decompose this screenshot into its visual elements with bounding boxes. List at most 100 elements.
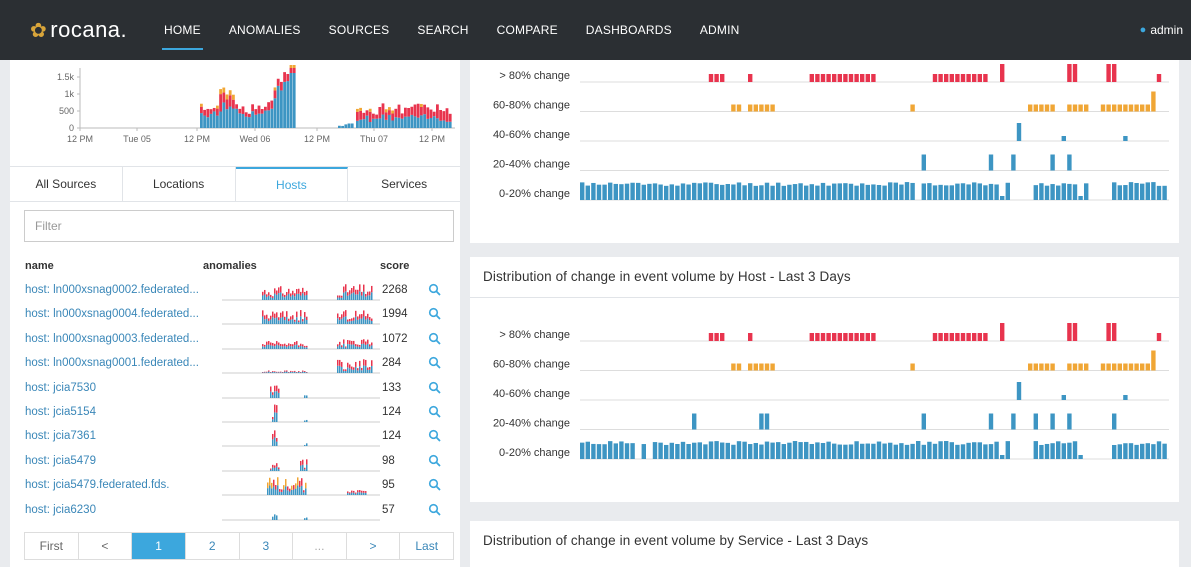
sparkline-bar: [279, 491, 281, 496]
sparkline-bar: [284, 370, 286, 372]
search-icon[interactable]: [428, 356, 442, 370]
distribution-bar: [988, 154, 994, 171]
tab-services[interactable]: Services: [348, 167, 460, 201]
distribution-bar: [580, 442, 585, 459]
sparkline-bar: [355, 493, 357, 496]
distribution-bar: [680, 183, 686, 200]
search-icon[interactable]: [428, 283, 442, 297]
host-link[interactable]: host: ln000xsnag0003.federated...: [25, 333, 210, 345]
pager-prev[interactable]: <: [79, 533, 133, 559]
sparkline-bar: [357, 368, 359, 371]
host-link[interactable]: host: jcia5479: [25, 455, 210, 467]
page-1[interactable]: 1: [132, 533, 186, 559]
distribution-bar: [787, 442, 792, 459]
sparkline-bar: [276, 466, 278, 471]
search-icon[interactable]: [428, 405, 442, 419]
distribution-bar: [619, 184, 624, 200]
timeline-bar: [254, 109, 258, 115]
sparkline-bar: [266, 296, 268, 300]
change-bucket-label: > 80% change: [499, 329, 570, 341]
sparkline-bar: [286, 311, 288, 318]
nav-compare[interactable]: COMPARE: [483, 0, 572, 60]
host-link[interactable]: host: jcia7361: [25, 430, 210, 442]
sparkline-bar: [361, 368, 363, 371]
host-link[interactable]: host: ln000xsnag0001.federated...: [25, 357, 210, 369]
sparkline-bar: [337, 313, 339, 319]
sparkline-bar: [276, 385, 278, 391]
distribution-bar: [753, 442, 758, 459]
sparkline-bar: [341, 295, 343, 298]
distribution-panel-service: Distribution of change in event volume b…: [470, 521, 1179, 567]
distribution-bar: [742, 185, 747, 200]
filter-input[interactable]: [24, 210, 454, 242]
host-link[interactable]: host: ln000xsnag0002.federated...: [25, 284, 210, 296]
timeline-bar: [368, 108, 372, 112]
pager-next[interactable]: >: [347, 533, 401, 559]
search-icon[interactable]: [428, 478, 442, 492]
sparkline-bar: [290, 346, 292, 349]
timeline-bar: [359, 110, 362, 120]
distribution-bar: [764, 182, 770, 200]
sparkline-bar: [276, 438, 278, 442]
tab-locations[interactable]: Locations: [123, 167, 236, 201]
sparkline-bar: [341, 297, 343, 300]
table-row: host: jcia6230 57: [10, 499, 460, 523]
tab-hosts[interactable]: Hosts: [235, 167, 349, 201]
distribution-bar: [865, 333, 870, 341]
user-menu[interactable]: ● admin: [1140, 0, 1183, 60]
host-link[interactable]: host: jcia5154: [25, 406, 210, 418]
host-link[interactable]: host: ln000xsnag0004.federated...: [25, 308, 210, 320]
host-link[interactable]: host: jcia5479.federated.fds.: [25, 479, 210, 491]
distribution-bar: [809, 184, 814, 200]
sparkline-bar: [304, 445, 306, 447]
sparkline-bar: [306, 372, 308, 374]
nav-search[interactable]: SEARCH: [403, 0, 482, 60]
distribution-bar: [921, 413, 926, 430]
sparkline-bar: [343, 369, 345, 372]
sparkline-bar: [304, 345, 306, 348]
search-icon[interactable]: [428, 332, 442, 346]
nav-admin[interactable]: ADMIN: [686, 0, 754, 60]
sparkline-bar: [280, 345, 282, 349]
timeline-bar: [432, 116, 436, 128]
pager-last[interactable]: Last: [400, 533, 453, 559]
anomalies-column-header[interactable]: anomalies: [203, 260, 257, 272]
distribution-bar: [949, 185, 954, 200]
search-icon[interactable]: [428, 307, 442, 321]
distribution-bar: [675, 443, 680, 459]
timeline-bar: [232, 108, 235, 128]
search-icon[interactable]: [428, 429, 442, 443]
nav-anomalies[interactable]: ANOMALIES: [215, 0, 315, 60]
anomaly-sparkline: [222, 430, 380, 447]
sparkline-bar: [339, 297, 341, 300]
distribution-bar: [1011, 413, 1016, 430]
tab-all-sources[interactable]: All Sources: [10, 167, 123, 201]
distribution-bar: [1145, 443, 1150, 459]
nav-sources[interactable]: SOURCES: [315, 0, 404, 60]
sparkline-bar: [359, 346, 361, 349]
sparkline-bar: [304, 468, 306, 471]
sparkline-bar: [272, 297, 274, 300]
timeline-bar: [228, 106, 232, 128]
sparkline-bar: [341, 362, 343, 368]
page-2[interactable]: 2: [186, 533, 240, 559]
table-row: host: ln000xsnag0004.federated... 1994: [10, 303, 460, 327]
search-icon[interactable]: [428, 454, 442, 468]
page-3[interactable]: 3: [240, 533, 294, 559]
timeline-bar: [378, 107, 382, 119]
distribution-bar: [585, 441, 590, 459]
search-icon[interactable]: [428, 381, 442, 395]
search-icon[interactable]: [428, 503, 442, 517]
host-link[interactable]: host: jcia7530: [25, 382, 210, 394]
event-timeline-chart[interactable]: 1.5k1k500012 PM Tue 05 12 PM Wed 06 12 PM Thu…: [10, 60, 460, 160]
host-link[interactable]: host: jcia6230: [25, 504, 210, 516]
sparkline-bar: [355, 289, 357, 295]
name-column-header[interactable]: name: [25, 260, 54, 272]
sparkline-bar: [359, 291, 361, 300]
distribution-bar: [652, 442, 658, 459]
score-column-header[interactable]: score: [380, 260, 409, 272]
nav-home[interactable]: HOME: [150, 0, 215, 60]
nav-dashboards[interactable]: DASHBOARDS: [572, 0, 686, 60]
pager-first[interactable]: First: [25, 533, 79, 559]
logo[interactable]: ✿ rocana.: [30, 14, 127, 46]
